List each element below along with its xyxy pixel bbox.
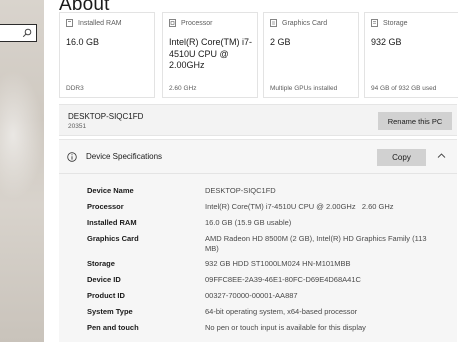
spec-key: Storage (87, 259, 115, 268)
card-value: 2 GB (270, 37, 291, 47)
card-graphics: Graphics Card 2 GB Multiple GPUs install… (263, 12, 359, 98)
spec-value: Intel(R) Core(TM) i7-4510U CPU @ 2.00GHz… (205, 202, 394, 211)
spec-value: No pen or touch input is available for t… (205, 323, 366, 332)
card-foot: Multiple GPUs installed (270, 85, 338, 92)
card-processor: Processor Intel(R) Core(TM) i7-4510U CPU… (162, 12, 258, 98)
device-specifications-panel: Device Specifications Copy Device Name D… (59, 139, 457, 342)
search-input[interactable] (0, 24, 37, 42)
info-icon (67, 152, 77, 162)
spec-key: Pen and touch (87, 323, 139, 332)
spec-key: Processor (87, 202, 124, 211)
sidebar (0, 0, 44, 342)
device-name-subtext: 20351 (68, 123, 87, 130)
device-name-section: DESKTOP-SIQC1FD 20351 Rename this PC (59, 104, 457, 136)
device-specifications-title: Device Specifications (86, 152, 163, 161)
spec-key: Graphics Card (87, 234, 139, 243)
spec-value: 64-bit operating system, x64-based proce… (205, 307, 358, 316)
about-window: About Installed RAM 16.0 GB DDR3 Process… (0, 0, 458, 342)
card-label: Installed RAM (78, 19, 122, 27)
card-installed-ram: Installed RAM 16.0 GB DDR3 (59, 12, 155, 98)
device-name: DESKTOP-SIQC1FD (68, 112, 144, 121)
main-content: About Installed RAM 16.0 GB DDR3 Process… (44, 0, 458, 342)
graphics-card-icon (270, 19, 277, 27)
card-storage: Storage 932 GB 94 GB of 932 GB used (364, 12, 458, 98)
search-icon[interactable] (22, 28, 32, 38)
card-foot: 2.60 GHz (169, 85, 197, 92)
spec-key: Device Name (87, 186, 134, 195)
card-foot: DDR3 (66, 85, 84, 92)
spec-key: System Type (87, 307, 133, 316)
rename-pc-button[interactable]: Rename this PC (378, 112, 452, 130)
card-label: Storage (383, 19, 408, 27)
spec-key: Device ID (87, 275, 121, 284)
card-foot: 94 GB of 932 GB used (371, 85, 437, 92)
spec-value: DESKTOP-SIQC1FD (205, 186, 276, 195)
spec-value: AMD Radeon HD 8500M (2 GB), Intel(R) HD … (205, 234, 427, 253)
storage-icon (371, 19, 378, 27)
processor-icon (169, 19, 176, 27)
card-label: Processor (181, 19, 213, 27)
copy-button[interactable]: Copy (377, 149, 426, 166)
card-value: 932 GB (371, 37, 402, 47)
card-value: Intel(R) Core(TM) i7-4510U CPU @ 2.00GHz (169, 37, 253, 70)
device-specifications-header[interactable]: Device Specifications Copy (59, 140, 457, 174)
card-label: Graphics Card (282, 19, 328, 27)
spec-value: 16.0 GB (15.9 GB usable) (205, 218, 292, 227)
card-value: 16.0 GB (66, 37, 100, 47)
spec-value: 09FFC8EE-2A39-46E1-80FC-D69E4D68A41C (205, 275, 361, 284)
spec-key: Installed RAM (87, 218, 137, 227)
spec-value: 932 GB HDD ST1000LM024 HN-M101MBB (205, 259, 351, 268)
spec-value: 00327-70000-00001-AA887 (205, 291, 298, 300)
ram-icon (66, 19, 73, 27)
chevron-up-icon[interactable] (437, 152, 446, 159)
spec-key: Product ID (87, 291, 125, 300)
